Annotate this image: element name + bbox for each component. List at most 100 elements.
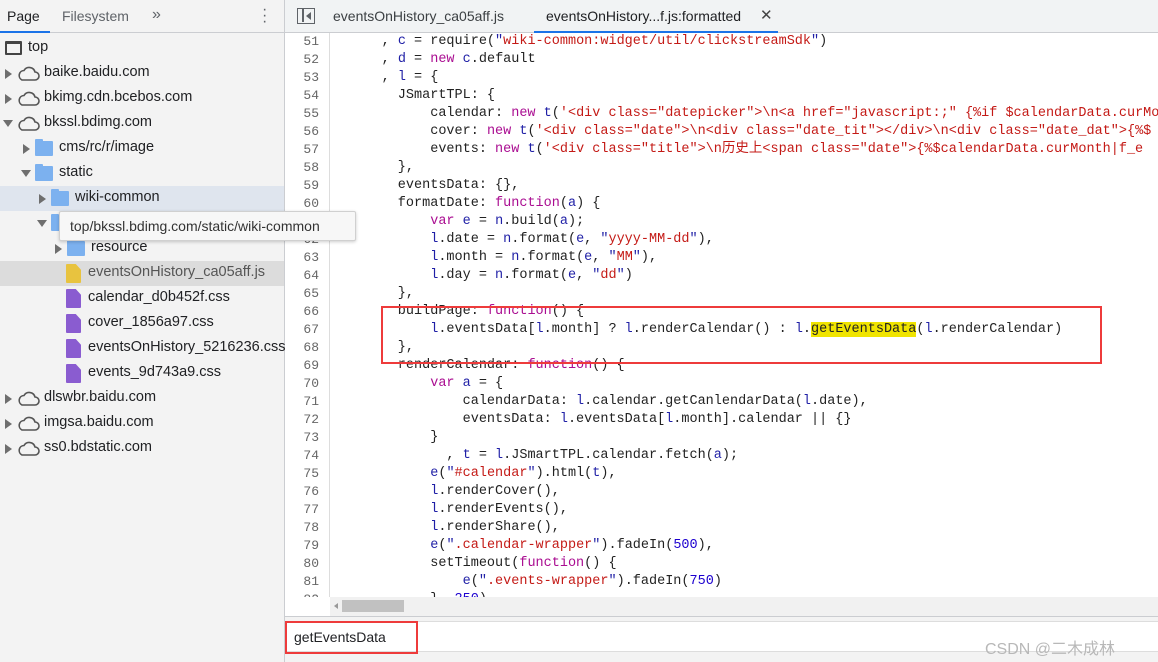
line-number: 78 — [303, 520, 319, 535]
line-number: 82 — [285, 591, 319, 597]
caret-down-icon[interactable] — [3, 120, 13, 127]
caret-right-icon[interactable] — [5, 94, 12, 104]
line-number: 71 — [303, 394, 319, 409]
code-line: var e = n.build(a); — [430, 214, 585, 229]
line-number: 55 — [303, 106, 319, 121]
css-file-icon — [66, 289, 81, 308]
double-chevron-right-icon[interactable]: » — [152, 6, 161, 24]
tree-item[interactable]: imgsa.baidu.com — [0, 411, 284, 436]
caret-right-icon[interactable] — [5, 394, 12, 404]
code-line: l.month = n.format(e, "MM"), — [430, 250, 658, 265]
line-number-gutter: 5152535455565758596061626364656667686970… — [285, 33, 330, 597]
cloud-icon — [16, 66, 40, 81]
tree-item-label: events_9d743a9.css — [88, 364, 222, 380]
code-line: , d = new c.default — [333, 52, 536, 67]
line-number: 70 — [303, 376, 319, 391]
line-number: 66 — [303, 304, 319, 319]
tree-item[interactable]: cover_1856a97.css — [0, 311, 284, 336]
tree-item[interactable]: eventsOnHistory_ca05aff.js — [0, 261, 284, 286]
tree-item[interactable]: wiki-common — [0, 186, 284, 211]
caret-down-icon[interactable] — [21, 170, 31, 177]
tree-item[interactable]: static — [0, 161, 284, 186]
code-line: calendar: new t('<div class="datepicker"… — [333, 106, 1158, 121]
code-line: } — [333, 430, 439, 445]
line-number: 58 — [303, 160, 319, 175]
tree-item-label: cms/rc/r/image — [59, 139, 155, 155]
sidebar-tabs: Page Filesystem » · · · — [0, 0, 284, 33]
kebab-menu-icon[interactable]: · · · — [262, 2, 267, 30]
line-number: 72 — [303, 412, 319, 427]
tree-item-label: bkimg.cdn.bcebos.com — [44, 89, 193, 105]
code-line: calendarData: l.calendar.getCanlendarDat… — [333, 394, 868, 409]
line-number: 59 — [303, 178, 319, 193]
caret-right-icon[interactable] — [5, 444, 12, 454]
caret-right-icon[interactable] — [39, 194, 46, 204]
line-number: 51 — [303, 34, 319, 49]
tree-item-label: dlswbr.baidu.com — [44, 389, 157, 405]
tree-item[interactable]: dlswbr.baidu.com — [0, 386, 284, 411]
tree-item[interactable]: calendar_d0b452f.css — [0, 286, 284, 311]
line-number: 81 — [303, 574, 319, 589]
horizontal-scrollbar[interactable] — [330, 597, 1158, 616]
code-line: l.renderShare(), — [430, 520, 560, 535]
caret-right-icon[interactable] — [5, 69, 12, 79]
caret-right-icon[interactable] — [5, 419, 12, 429]
tab-formatted-file[interactable]: eventsOnHistory...f.js:formatted — [546, 8, 741, 24]
line-number: 53 — [303, 70, 319, 85]
code-line: l.day = n.format(e, "dd") — [430, 268, 633, 283]
code-editor-panel: eventsOnHistory_ca05aff.js eventsOnHisto… — [285, 0, 1158, 662]
tree-item[interactable]: cms/rc/r/image — [0, 136, 284, 161]
css-file-icon — [66, 339, 81, 358]
code-line: , l = { — [333, 70, 439, 85]
tree-item[interactable]: baike.baidu.com — [0, 61, 284, 86]
tree-item[interactable]: eventsOnHistory_5216236.css — [0, 336, 286, 361]
tree-item[interactable]: top — [0, 36, 284, 61]
tab-filesystem[interactable]: Filesystem — [62, 8, 129, 24]
tooltip: top/bkssl.bdimg.com/static/wiki-common — [59, 211, 356, 241]
line-number: 63 — [303, 250, 319, 265]
code-line: }, — [333, 160, 415, 175]
tree-item[interactable]: bkssl.bdimg.com — [0, 111, 284, 136]
code-line: , c = require("wiki-common:widget/util/c… — [333, 34, 828, 49]
code-line: events: new t('<div class="title">\n历史上<… — [333, 142, 1144, 157]
line-number: 54 — [303, 88, 319, 103]
toggle-navigator-icon[interactable] — [297, 8, 315, 24]
line-number: 68 — [303, 340, 319, 355]
tree-item-label: eventsOnHistory_5216236.css — [88, 339, 286, 355]
tree-item[interactable]: events_9d743a9.css — [0, 361, 284, 386]
cloud-icon — [16, 416, 40, 431]
code-line: eventsData: {}, — [333, 178, 520, 193]
code-line: formatDate: function(a) { — [333, 196, 601, 211]
tree-item-label: resource — [91, 239, 148, 255]
code-line: var a = { — [430, 376, 504, 391]
caret-down-icon[interactable] — [37, 220, 47, 227]
folder-icon — [51, 189, 69, 206]
code-line: }, — [333, 286, 415, 301]
tree-item[interactable]: ss0.bdstatic.com — [0, 436, 284, 461]
code-area[interactable]: 5152535455565758596061626364656667686970… — [285, 33, 1158, 597]
cloud-icon — [16, 391, 40, 406]
tree-item-label: baike.baidu.com — [44, 64, 150, 80]
scroll-left-icon[interactable] — [334, 603, 338, 609]
line-number: 79 — [303, 538, 319, 553]
cloud-icon — [16, 441, 40, 456]
tab-source-file[interactable]: eventsOnHistory_ca05aff.js — [333, 8, 504, 24]
scrollbar-thumb[interactable] — [342, 600, 404, 612]
editor-tabs: eventsOnHistory_ca05aff.js eventsOnHisto… — [285, 0, 1158, 33]
line-number: 73 — [303, 430, 319, 445]
tab-page[interactable]: Page — [7, 8, 40, 24]
line-number: 80 — [303, 556, 319, 571]
caret-right-icon[interactable] — [23, 144, 30, 154]
line-number: 56 — [303, 124, 319, 139]
annotation-box — [381, 306, 1102, 364]
tree-item-label: bkssl.bdimg.com — [44, 114, 152, 130]
code-line: cover: new t('<div class="date">\n<div c… — [333, 124, 1152, 139]
cloud-icon — [16, 116, 40, 131]
code-line: l.renderCover(), — [430, 484, 560, 499]
tree-item[interactable]: bkimg.cdn.bcebos.com — [0, 86, 284, 111]
line-number: 75 — [303, 466, 319, 481]
close-icon[interactable]: ✕ — [760, 6, 773, 24]
code-line: l.renderEvents(), — [430, 502, 568, 517]
caret-right-icon[interactable] — [55, 244, 62, 254]
line-number: 67 — [303, 322, 319, 337]
